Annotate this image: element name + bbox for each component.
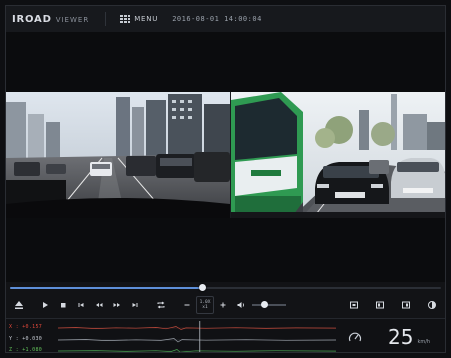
g-sensor-x-label: X : +0.157 <box>9 324 43 330</box>
next-file-button[interactable] <box>126 296 144 314</box>
dual-view-button[interactable] <box>371 296 389 314</box>
play-icon <box>43 302 48 308</box>
app-logo: IROAD VIEWER <box>6 14 99 25</box>
speed-value: 25 <box>388 325 414 349</box>
volume-slider[interactable] <box>252 300 286 310</box>
front-camera-image <box>6 92 230 218</box>
video-area <box>6 32 445 282</box>
single-view-button[interactable] <box>345 296 363 314</box>
skip-start-icon <box>78 303 84 307</box>
menu-button[interactable]: MENU <box>112 10 166 28</box>
speed-up-button[interactable] <box>214 296 232 314</box>
playback-progress-bar[interactable] <box>6 282 445 294</box>
info-panel: X : +0.157 Y : +0.030 Z : +1.080 25 km/h <box>6 318 445 352</box>
volume-handle[interactable] <box>260 301 268 308</box>
stop-button[interactable] <box>54 296 72 314</box>
playback-controls: 1.0X x1 <box>6 294 445 316</box>
g-sensor-chart <box>57 321 337 352</box>
swap-view-button[interactable] <box>397 296 415 314</box>
recording-datetime: 2016-08-01 14:00:04 <box>172 15 262 23</box>
fast-forward-button[interactable] <box>108 296 126 314</box>
brand-name: IROAD <box>12 13 52 25</box>
speed-panel: 25 km/h <box>344 319 445 352</box>
previous-file-button[interactable] <box>72 296 90 314</box>
eject-icon <box>15 301 23 309</box>
speed-up-icon <box>220 302 226 308</box>
fast-forward-icon <box>113 303 120 307</box>
grid-menu-icon <box>120 15 131 23</box>
stop-icon <box>61 303 66 308</box>
playback-speed-display: 1.0X x1 <box>196 296 214 314</box>
contrast-button[interactable] <box>423 296 441 314</box>
rewind-icon <box>96 303 103 307</box>
video-frames <box>6 92 445 218</box>
progress-track <box>10 284 441 291</box>
volume-button[interactable] <box>232 296 250 314</box>
speedometer-icon <box>348 332 362 342</box>
rear-camera-view[interactable] <box>230 92 445 218</box>
rewind-button[interactable] <box>90 296 108 314</box>
speed-down-icon <box>184 304 190 306</box>
viewer-window: IROAD VIEWER MENU 2016-08-01 14:00:04 1.… <box>5 5 446 353</box>
brand-suffix: VIEWER <box>55 15 90 24</box>
repeat-button[interactable] <box>152 296 170 314</box>
eject-button[interactable] <box>10 296 28 314</box>
g-sensor-z-trace <box>57 348 337 352</box>
top-bar: IROAD VIEWER MENU 2016-08-01 14:00:04 <box>6 6 445 33</box>
speed-down-button[interactable] <box>178 296 196 314</box>
g-sensor-z-label: Z : +1.080 <box>9 347 43 353</box>
front-camera-view[interactable] <box>6 92 230 218</box>
progress-handle[interactable] <box>198 284 206 291</box>
speed-line-2: x1 <box>202 305 208 310</box>
g-sensor-graph[interactable]: X : +0.157 Y : +0.030 Z : +1.080 <box>6 319 340 353</box>
g-sensor-y-trace <box>57 338 337 343</box>
skip-end-icon <box>132 303 138 307</box>
divider <box>105 12 107 26</box>
play-button[interactable] <box>36 296 54 314</box>
contrast-icon <box>428 301 436 309</box>
volume-track <box>252 304 286 306</box>
dual-view-icon <box>376 301 384 309</box>
swap-view-icon <box>402 301 410 309</box>
volume-icon <box>237 302 244 308</box>
rear-camera-image <box>231 92 445 218</box>
speed-unit: km/h <box>417 339 431 345</box>
g-sensor-y-label: Y : +0.030 <box>9 336 43 342</box>
progress-fill <box>10 287 202 289</box>
repeat-icon <box>157 301 165 309</box>
menu-label: MENU <box>134 15 159 23</box>
single-view-icon <box>350 301 358 309</box>
